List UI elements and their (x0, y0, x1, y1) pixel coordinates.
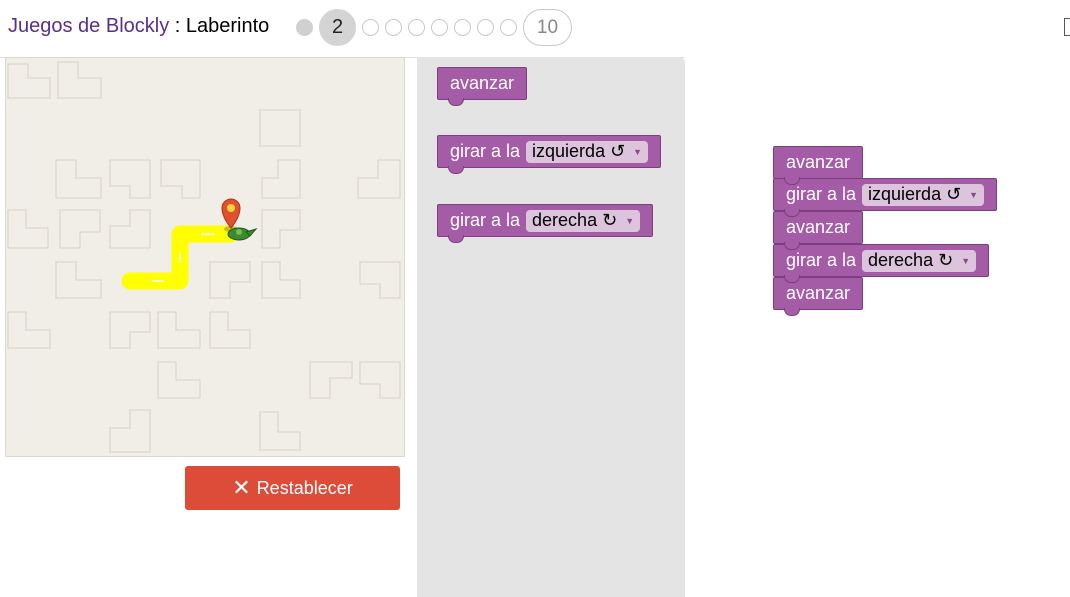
title-separator: : (169, 15, 186, 37)
toolbox-block-turn-left[interactable]: girar a la izquierda ↺ ▼ (437, 135, 662, 174)
close-icon: ✕ (232, 475, 251, 500)
dropdown-value: derecha (868, 250, 934, 270)
chevron-down-icon: ▼ (961, 255, 971, 266)
block-label: girar a la (450, 210, 521, 230)
block-label: girar a la (450, 141, 521, 161)
level-1-link[interactable] (296, 18, 313, 36)
reset-button[interactable]: ✕ Restablecer (185, 466, 400, 510)
dropdown-value: izquierda (532, 141, 606, 161)
pegman-icon (227, 227, 258, 241)
direction-dropdown[interactable]: derecha ↻ ▼ (862, 249, 977, 272)
puzzle-title: Laberinto (185, 15, 270, 37)
rotate-right-icon: ↻ (938, 250, 954, 270)
level-9-link[interactable] (500, 18, 517, 36)
level-8-link[interactable] (477, 18, 494, 36)
direction-dropdown[interactable]: izquierda ↺ ▼ (526, 140, 649, 163)
level-5-link[interactable] (408, 18, 425, 36)
toolbox-block-move-forward[interactable]: avanzar (437, 67, 528, 106)
dropdown-value: derecha (532, 210, 598, 230)
maze-tiles (7, 61, 401, 453)
level-selector: 2 10 (296, 8, 572, 46)
maze-canvas (5, 57, 405, 457)
dropdown-value: izquierda (868, 184, 942, 204)
level-6-link[interactable] (431, 18, 448, 36)
header-bar: Juegos de Blockly : Laberinto 2 10 (0, 0, 1070, 58)
toolbox-block-turn-right[interactable]: girar a la derecha ↻ ▼ (437, 204, 654, 243)
level-current: 2 (319, 8, 356, 46)
level-7-link[interactable] (454, 18, 471, 36)
block-label: girar a la (786, 184, 857, 204)
workspace-block-move-forward[interactable]: avanzar (773, 146, 864, 185)
rotate-right-icon: ↻ (602, 210, 618, 230)
reset-label: Restablecer (256, 477, 353, 498)
code-icon[interactable] (1064, 18, 1070, 36)
games-link[interactable]: Juegos de Blockly (8, 15, 169, 37)
block-label: girar a la (786, 250, 857, 270)
level-4-link[interactable] (385, 18, 402, 36)
direction-dropdown[interactable]: izquierda ↺ ▼ (862, 183, 985, 206)
block-label: avanzar (786, 217, 851, 237)
block-workspace[interactable]: avanzar girar a la izquierda ↺ ▼ avanzar… (685, 57, 1070, 597)
workspace-block-turn-left[interactable]: girar a la izquierda ↺ ▼ (773, 178, 998, 217)
direction-dropdown[interactable]: derecha ↻ ▼ (526, 209, 641, 232)
block-toolbox: avanzar girar a la izquierda ↺ ▼ girar a… (417, 57, 685, 597)
workspace-block-turn-right[interactable]: girar a la derecha ↻ ▼ (773, 244, 990, 283)
chevron-down-icon: ▼ (625, 215, 635, 226)
maze-svg (7, 61, 401, 453)
level-3-link[interactable] (362, 18, 379, 36)
block-label: avanzar (450, 73, 515, 93)
block-label: avanzar (786, 283, 851, 303)
chevron-down-icon: ▼ (633, 146, 643, 157)
block-label: avanzar (786, 152, 851, 172)
page-title: Juegos de Blockly : Laberinto (8, 15, 269, 38)
rotate-left-icon: ↺ (946, 184, 962, 204)
rotate-left-icon: ↺ (610, 141, 626, 161)
chevron-down-icon: ▼ (969, 189, 979, 200)
level-10-link[interactable]: 10 (523, 8, 572, 46)
